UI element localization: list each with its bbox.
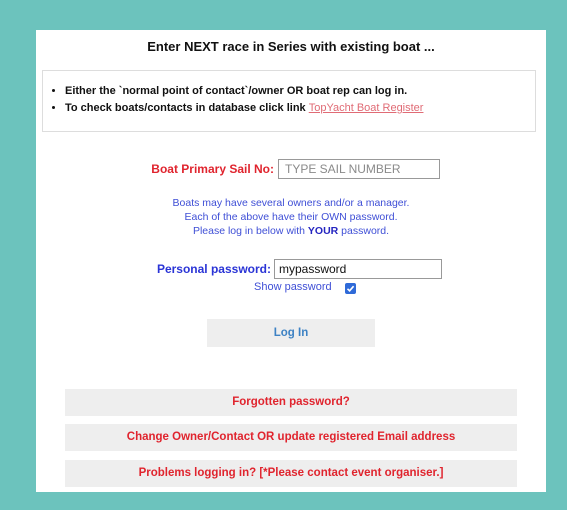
- sail-number-label: Boat Primary Sail No:: [151, 162, 274, 176]
- info-list: Either the `normal point of contact`/own…: [43, 83, 423, 117]
- info-item-text: To check boats/contacts in database clic…: [65, 102, 309, 114]
- login-button[interactable]: Log In: [207, 319, 375, 347]
- help-line-3-suffix: password.: [338, 225, 390, 237]
- sail-number-input[interactable]: [278, 159, 440, 179]
- info-box: Either the `normal point of contact`/own…: [42, 70, 536, 132]
- sail-number-row: Boat Primary Sail No:: [36, 158, 546, 180]
- change-owner-contact-button[interactable]: Change Owner/Contact OR update registere…: [65, 424, 517, 451]
- forgotten-password-button[interactable]: Forgotten password?: [65, 389, 517, 416]
- help-line-3: Please log in below with YOUR password.: [36, 224, 546, 238]
- checkmark-icon: [346, 285, 355, 292]
- problems-logging-in-button[interactable]: Problems logging in? [*Please contact ev…: [65, 460, 517, 487]
- help-line-1: Boats may have several owners and/or a m…: [172, 197, 410, 209]
- password-help-text: Boats may have several owners and/or a m…: [36, 196, 546, 238]
- help-line-3-bold: YOUR: [307, 225, 339, 237]
- help-line-2: Each of the above have their OWN passwor…: [184, 211, 398, 223]
- login-panel: Enter NEXT race in Series with existing …: [36, 30, 546, 492]
- help-line-3-prefix: Please log in below with: [192, 225, 308, 237]
- boat-register-link[interactable]: TopYacht Boat Register: [309, 102, 424, 114]
- page-title: Enter NEXT race in Series with existing …: [147, 39, 435, 54]
- info-item-login-roles: Either the `normal point of contact`/own…: [65, 83, 423, 100]
- password-row: Personal password:: [36, 258, 546, 280]
- info-item-register-link: To check boats/contacts in database clic…: [65, 100, 423, 117]
- password-label: Personal password:: [156, 262, 271, 276]
- password-input[interactable]: [274, 259, 442, 279]
- show-password-label: Show password: [254, 281, 332, 293]
- show-password-checkbox[interactable]: [345, 283, 356, 294]
